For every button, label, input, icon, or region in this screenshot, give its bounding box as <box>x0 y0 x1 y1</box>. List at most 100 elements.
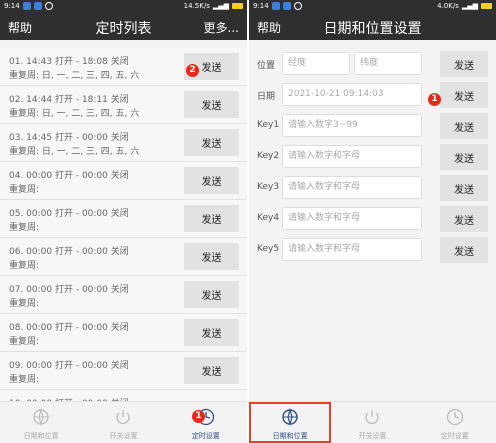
title-bar: 帮助 定时列表 更多... <box>0 12 247 40</box>
timer-repeat-days: 重复周: <box>9 185 40 195</box>
timer-row[interactable]: 01. 14:43 打开 - 18:08 关闭重复周: 日, 一, 二, 三, … <box>0 48 247 86</box>
send-location-button[interactable]: 发送 <box>440 51 488 77</box>
send-timer-button[interactable]: 发送 <box>184 243 239 270</box>
send-key-button[interactable]: 发送 <box>440 206 488 232</box>
date-location-screen: 9:14 4.0K/s ▂▄▆ 帮助 日期和位置设置 位置 经度 纬度 发送 日… <box>249 0 496 443</box>
app-notification-icon <box>282 2 291 10</box>
timer-row[interactable]: 10. 00:00 打开 - 00:00 关闭 <box>0 390 247 401</box>
title-bar: 帮助 日期和位置设置 <box>249 12 496 40</box>
key-label: Key3 <box>257 182 280 192</box>
compass-icon <box>33 407 49 427</box>
nav-date-location[interactable]: 日期和位置 <box>249 402 332 443</box>
send-date-button[interactable]: 发送 <box>440 82 488 108</box>
date-input[interactable]: 2021-10-21 09:14:03 <box>282 83 422 106</box>
send-timer-button[interactable]: 发送 <box>184 281 239 308</box>
key-input[interactable]: 请输入数字和字母 <box>282 207 422 230</box>
nav-label: 开关设置 <box>109 432 138 440</box>
nav-label: 定时设置 <box>191 432 220 440</box>
app-notification-icon <box>33 2 42 10</box>
timer-repeat-days: 重复周: <box>9 375 40 385</box>
key-input[interactable]: 请输入数字和字母 <box>282 176 422 199</box>
timer-row[interactable]: 05. 00:00 打开 - 00:00 关闭 重复周: 发送 <box>0 200 247 238</box>
nav-label: 定时设置 <box>440 432 469 440</box>
nav-timer-settings[interactable]: 定时设置 <box>414 402 496 443</box>
signal-icon: ▂▄▆ <box>212 2 229 10</box>
app-notification-icon <box>271 2 280 10</box>
key-input[interactable]: 请输入数字3~99 <box>282 114 422 137</box>
timer-repeat-days: 重复周: <box>9 223 40 233</box>
location-label: 位置 <box>257 61 276 71</box>
timer-row[interactable]: 09. 00:00 打开 - 00:00 关闭 重复周: 发送 <box>0 352 247 390</box>
key-label: Key1 <box>257 120 280 130</box>
step-badge: 1 <box>192 410 205 423</box>
more-button[interactable]: 更多... <box>204 19 239 36</box>
status-bar: 9:14 14.5K/s ▂▄▆ <box>0 0 247 12</box>
signal-icon: ▂▄▆ <box>461 2 478 10</box>
timer-time-range: 05. 00:00 打开 - 00:00 关闭 <box>9 209 129 219</box>
nav-timer-settings[interactable]: 定时设置 <box>165 402 247 443</box>
bottom-nav: 日期和位置 开关设置 定时设置 <box>249 401 496 443</box>
timer-row[interactable]: 03. 14:45 打开 - 00:00 关闭重复周: 日, 一, 二, 三, … <box>0 124 247 162</box>
send-timer-button[interactable]: 发送 <box>184 129 239 156</box>
status-time: 9:14 <box>253 2 269 10</box>
cloud-icon <box>44 2 53 10</box>
key-row: Key2 请输入数字和字母 发送 <box>249 141 496 172</box>
key-input[interactable]: 请输入数字和字母 <box>282 145 422 168</box>
send-key-button[interactable]: 发送 <box>440 144 488 170</box>
send-key-button[interactable]: 发送 <box>440 175 488 201</box>
location-row: 位置 经度 纬度 发送 <box>249 48 496 79</box>
latitude-input[interactable]: 纬度 <box>354 52 422 75</box>
compass-icon <box>282 407 298 427</box>
status-bar: 9:14 4.0K/s ▂▄▆ <box>249 0 496 12</box>
power-icon <box>116 410 131 425</box>
key-row: Key4 请输入数字和字母 发送 <box>249 203 496 234</box>
nav-date-location[interactable]: 日期和位置 <box>0 402 82 443</box>
date-label: 日期 <box>257 92 276 102</box>
send-timer-button[interactable]: 发送 <box>184 319 239 346</box>
key-row: Key1 请输入数字3~99 发送 <box>249 110 496 141</box>
timer-time-range: 09. 00:00 打开 - 00:00 关闭 <box>9 361 129 371</box>
key-row: Key5 请输入数字和字母 发送 <box>249 234 496 265</box>
power-icon <box>365 410 380 425</box>
timer-repeat-days: 重复周: 日, 一, 二, 三, 四, 五, 六 <box>9 71 140 81</box>
longitude-input[interactable]: 经度 <box>282 52 350 75</box>
timer-time-range: 03. 14:45 打开 - 00:00 关闭 <box>9 133 129 143</box>
key-label: Key2 <box>257 151 280 161</box>
timer-time-range: 08. 00:00 打开 - 00:00 关闭 <box>9 323 129 333</box>
send-timer-button[interactable]: 发送 <box>184 357 239 384</box>
cloud-icon <box>293 2 302 10</box>
battery-icon <box>232 3 243 9</box>
nav-switch-settings[interactable]: 开关设置 <box>331 402 413 443</box>
key-row: Key3 请输入数字和字母 发送 <box>249 172 496 203</box>
timer-row[interactable]: 04. 00:00 打开 - 00:00 关闭 重复周: 发送 <box>0 162 247 200</box>
timer-time-range: 04. 00:00 打开 - 00:00 关闭 <box>9 171 129 181</box>
timer-row[interactable]: 02. 14:44 打开 - 18:11 关闭 重复周: 日, 一, 二, 三, … <box>0 86 247 124</box>
status-time: 9:14 <box>4 2 20 10</box>
send-key-button[interactable]: 发送 <box>440 237 488 263</box>
page-title: 日期和位置设置 <box>323 21 422 37</box>
timer-row[interactable]: 08. 00:00 打开 - 00:00 关闭 重复周: 发送 <box>0 314 247 352</box>
key-label: Key4 <box>257 213 280 223</box>
key-input[interactable]: 请输入数字和字母 <box>282 238 422 261</box>
timer-repeat-days: 重复周: <box>9 261 40 271</box>
timer-row[interactable]: 07. 00:00 打开 - 00:00 关闭 重复周: 发送 <box>0 276 247 314</box>
send-key-button[interactable]: 发送 <box>440 113 488 139</box>
timer-repeat-days: 重复周: 日, 一, 二, 三, 四, 五, 六 <box>9 109 140 119</box>
timer-repeat-days: 重复周: <box>9 337 40 347</box>
app-notification-icon <box>22 2 31 10</box>
nav-switch-settings[interactable]: 开关设置 <box>82 402 164 443</box>
timer-row[interactable]: 06. 00:00 打开 - 00:00 关闭 重复周: 发送 <box>0 238 247 276</box>
bottom-nav: 日期和位置 开关设置 定时设置 <box>0 401 247 443</box>
network-speed: 14.5K/s <box>183 2 210 10</box>
send-timer-button[interactable]: 发送 <box>184 167 239 194</box>
date-row: 日期 2021-10-21 09:14:03 发送 <box>249 79 496 110</box>
send-timer-button[interactable]: 发送 <box>184 205 239 232</box>
nav-label: 开关设置 <box>358 432 387 440</box>
timer-list[interactable]: 01. 14:43 打开 - 18:08 关闭重复周: 日, 一, 二, 三, … <box>0 48 247 401</box>
send-timer-button[interactable]: 发送 <box>184 91 239 118</box>
timer-repeat-days: 重复周: 日, 一, 二, 三, 四, 五, 六 <box>9 147 140 157</box>
step-badge: 1 <box>428 93 441 106</box>
step-badge: 2 <box>186 64 199 77</box>
settings-form: 位置 经度 纬度 发送 日期 2021-10-21 09:14:03 发送 Ke… <box>249 48 496 265</box>
timer-time-range: 01. 14:43 打开 - 18:08 关闭 <box>9 57 129 67</box>
